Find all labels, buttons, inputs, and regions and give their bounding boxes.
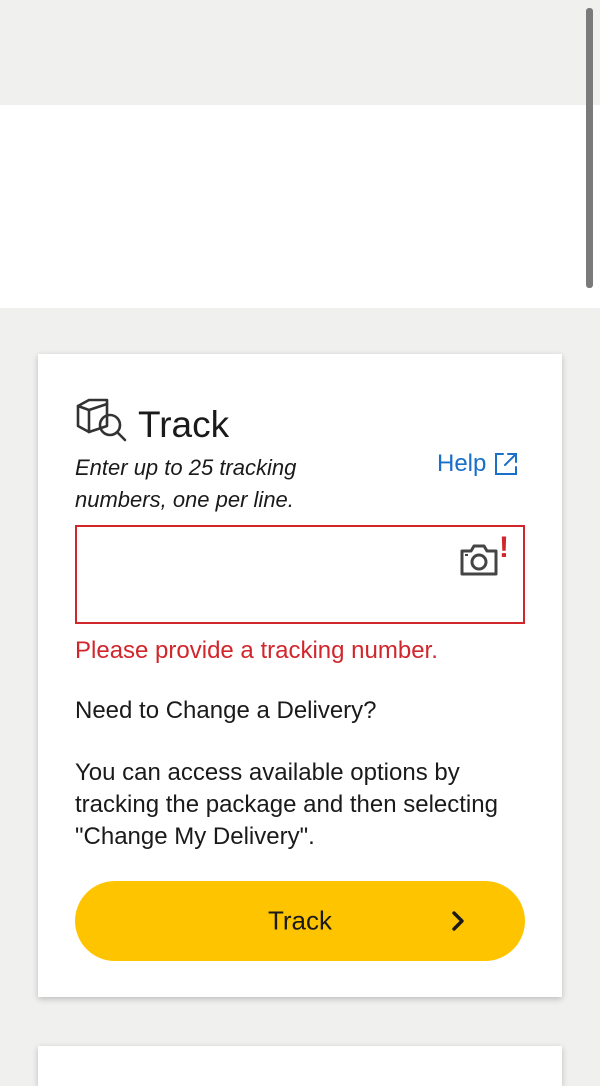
- camera-icon[interactable]: [459, 543, 499, 577]
- tracking-number-input[interactable]: [77, 527, 523, 622]
- track-card: Track Enter up to 25 tracking numbers, o…: [38, 354, 562, 997]
- page-scrollbar[interactable]: [586, 8, 593, 288]
- error-message: Please provide a tracking number.: [75, 637, 438, 664]
- help-link-label: Help: [437, 450, 487, 477]
- top-bar: [0, 0, 600, 105]
- exclamation-icon: !: [499, 531, 509, 564]
- chevron-right-icon: [452, 911, 464, 931]
- card-title: Track: [138, 404, 230, 445]
- next-card: [38, 1046, 562, 1086]
- tracking-number-field[interactable]: !: [75, 525, 525, 624]
- track-button[interactable]: Track: [75, 881, 525, 961]
- package-search-icon: [76, 398, 127, 442]
- external-link-icon: [495, 453, 518, 475]
- tracking-instructions: Enter up to 25 tracking numbers, one per…: [75, 455, 297, 512]
- help-link[interactable]: Help: [437, 448, 518, 480]
- change-delivery-heading: Need to Change a Delivery?: [75, 697, 377, 724]
- banner-area: [0, 105, 600, 308]
- change-delivery-text: You can access available options by trac…: [75, 759, 498, 850]
